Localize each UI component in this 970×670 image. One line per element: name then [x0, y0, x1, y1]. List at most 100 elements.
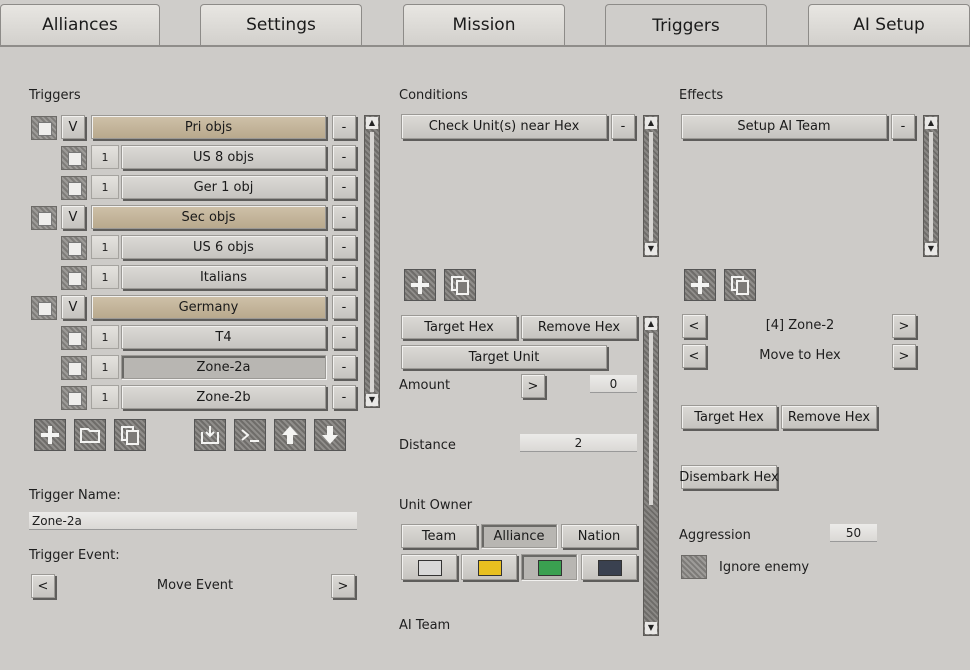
trigger-remove-button[interactable]: -: [332, 115, 356, 139]
scroll-up-icon[interactable]: ▲: [645, 117, 657, 129]
trigger-item[interactable]: Ger 1 obj: [121, 175, 326, 199]
tab-settings[interactable]: Settings: [200, 4, 362, 45]
trigger-group-checkbox[interactable]: [31, 206, 57, 230]
trigger-checkbox[interactable]: [61, 176, 87, 200]
trigger-name-input[interactable]: Zone-2a: [29, 512, 357, 530]
owner-color-green[interactable]: [521, 554, 577, 580]
triggers-scrollbar[interactable]: ▲ ▼: [364, 115, 380, 408]
owner-color-yellow[interactable]: [461, 554, 517, 580]
trigger-remove-button[interactable]: -: [332, 265, 356, 289]
effect-target-hex-button[interactable]: Target Hex: [681, 405, 777, 429]
owner-color-slate[interactable]: [581, 554, 637, 580]
tab-mission[interactable]: Mission: [403, 4, 565, 45]
event-next-button[interactable]: >: [331, 574, 355, 598]
owner-color-gray[interactable]: [401, 554, 457, 580]
script-button[interactable]: [234, 419, 266, 451]
tab-triggers[interactable]: Triggers: [605, 4, 767, 47]
trigger-item[interactable]: T4: [121, 325, 326, 349]
condition-item-selected[interactable]: Check Unit(s) near Hex: [401, 114, 607, 139]
scroll-up-icon[interactable]: ▲: [925, 117, 937, 129]
add-trigger-button[interactable]: [34, 419, 66, 451]
tab-ai-setup[interactable]: AI Setup: [808, 4, 970, 45]
effects-scrollbar[interactable]: ▲ ▼: [923, 115, 939, 257]
trigger-group-germany[interactable]: Germany: [91, 295, 326, 319]
trigger-remove-button[interactable]: -: [332, 175, 356, 199]
action-prev-button[interactable]: <: [682, 344, 706, 368]
triggers-heading: Triggers: [29, 88, 81, 103]
trigger-remove-button[interactable]: -: [332, 355, 356, 379]
owner-tab-nation[interactable]: Nation: [561, 524, 637, 548]
copy-condition-button[interactable]: [444, 269, 476, 301]
add-effect-button[interactable]: [684, 269, 716, 301]
trigger-checkbox[interactable]: [61, 356, 87, 380]
trigger-count: 1: [91, 235, 119, 259]
amount-next-button[interactable]: >: [521, 374, 545, 398]
trigger-item[interactable]: US 8 objs: [121, 145, 326, 169]
scroll-up-icon[interactable]: ▲: [366, 117, 378, 129]
scroll-down-icon[interactable]: ▼: [366, 394, 378, 406]
condition-details-scrollbar[interactable]: ▲ ▼: [643, 316, 659, 636]
move-down-button[interactable]: [314, 419, 346, 451]
add-condition-button[interactable]: [404, 269, 436, 301]
trigger-remove-button[interactable]: -: [332, 205, 356, 229]
trigger-group-toggle[interactable]: V: [61, 205, 85, 229]
copy-trigger-button[interactable]: [114, 419, 146, 451]
action-next-button[interactable]: >: [892, 344, 916, 368]
add-folder-button[interactable]: [74, 419, 106, 451]
effect-remove-button[interactable]: -: [891, 114, 915, 139]
amount-input[interactable]: 0: [590, 375, 637, 393]
trigger-checkbox[interactable]: [61, 386, 87, 410]
trigger-checkbox[interactable]: [61, 146, 87, 170]
import-button[interactable]: [194, 419, 226, 451]
event-prev-button[interactable]: <: [31, 574, 55, 598]
trigger-checkbox[interactable]: [61, 266, 87, 290]
amount-label: Amount: [399, 378, 451, 393]
trigger-checkbox[interactable]: [61, 326, 87, 350]
conditions-scrollbar[interactable]: ▲ ▼: [643, 115, 659, 257]
condition-target-unit-button[interactable]: Target Unit: [401, 345, 607, 369]
scroll-down-icon[interactable]: ▼: [645, 622, 657, 634]
trigger-item[interactable]: Italians: [121, 265, 326, 289]
condition-remove-button[interactable]: -: [611, 114, 635, 139]
trigger-remove-button[interactable]: -: [332, 385, 356, 409]
scroll-up-icon[interactable]: ▲: [645, 318, 657, 330]
trigger-group-pri-objs[interactable]: Pri objs: [91, 115, 326, 139]
trigger-item[interactable]: US 6 objs: [121, 235, 326, 259]
copy-icon: [451, 276, 469, 295]
condition-remove-hex-button[interactable]: Remove Hex: [521, 315, 637, 339]
trigger-remove-button[interactable]: -: [332, 325, 356, 349]
trigger-checkbox[interactable]: [61, 236, 87, 260]
condition-target-hex-button[interactable]: Target Hex: [401, 315, 517, 339]
trigger-remove-button[interactable]: -: [332, 295, 356, 319]
scroll-track: [929, 132, 933, 241]
effect-remove-hex-button[interactable]: Remove Hex: [781, 405, 877, 429]
move-up-button[interactable]: [274, 419, 306, 451]
trigger-group-toggle[interactable]: V: [61, 295, 85, 319]
trigger-remove-button[interactable]: -: [332, 235, 356, 259]
disembark-hex-button[interactable]: Disembark Hex: [679, 465, 779, 489]
trigger-group-toggle[interactable]: V: [61, 115, 85, 139]
zone-value: [4] Zone-2: [765, 318, 835, 333]
owner-tab-alliance[interactable]: Alliance: [481, 524, 557, 548]
trigger-group-checkbox[interactable]: [31, 116, 57, 140]
effect-item-selected[interactable]: Setup AI Team: [681, 114, 887, 139]
trigger-remove-button[interactable]: -: [332, 145, 356, 169]
zone-next-button[interactable]: >: [892, 314, 916, 338]
unit-owner-label: Unit Owner: [399, 498, 473, 513]
distance-input[interactable]: 2: [520, 434, 637, 452]
trigger-item-selected[interactable]: Zone-2a: [121, 355, 326, 379]
ignore-enemy-checkbox[interactable]: [681, 555, 707, 579]
scroll-down-icon[interactable]: ▼: [645, 243, 657, 255]
aggression-input[interactable]: 50: [830, 524, 877, 542]
terminal-icon: [241, 429, 259, 442]
copy-icon: [121, 426, 139, 445]
tab-alliances[interactable]: Alliances: [0, 4, 160, 45]
scroll-down-icon[interactable]: ▼: [925, 243, 937, 255]
copy-effect-button[interactable]: [724, 269, 756, 301]
zone-prev-button[interactable]: <: [682, 314, 706, 338]
trigger-group-sec-objs[interactable]: Sec objs: [91, 205, 326, 229]
trigger-item[interactable]: Zone-2b: [121, 385, 326, 409]
trigger-group-checkbox[interactable]: [31, 296, 57, 320]
color-swatch: [538, 560, 562, 576]
owner-tab-team[interactable]: Team: [401, 524, 477, 548]
